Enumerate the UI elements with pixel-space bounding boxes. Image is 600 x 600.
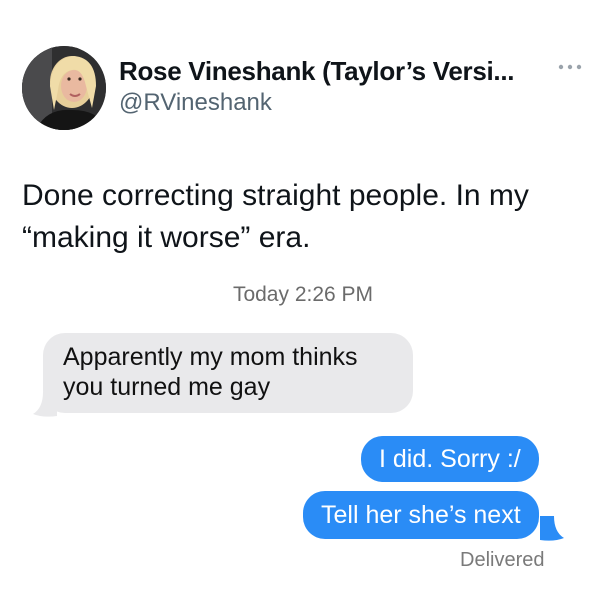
author-handle[interactable]: @RVineshank: [119, 89, 272, 117]
screenshot-page: Rose Vineshank (Taylor’s Versi... @RVine…: [0, 0, 600, 600]
avatar[interactable]: [22, 46, 106, 130]
sent-bubble-tail: [540, 516, 564, 541]
avatar-photo: [22, 46, 106, 130]
message-timestamp: Today 2:26 PM: [232, 283, 374, 306]
delivery-status: Delivered: [460, 549, 545, 571]
sent-message-bubble[interactable]: Tell her she’s next: [303, 491, 539, 539]
author-display-name[interactable]: Rose Vineshank (Taylor’s Versi...: [119, 56, 515, 87]
tweet-header: Rose Vineshank (Taylor’s Versi... @RVine…: [22, 46, 582, 132]
tweet-text: Done correcting straight people. In my “…: [22, 179, 529, 254]
received-message-bubble[interactable]: Apparently my mom thinks you turned me g…: [43, 333, 413, 413]
ellipsis-icon[interactable]: [557, 62, 583, 72]
sent-message-bubble[interactable]: I did. Sorry :/: [361, 436, 539, 482]
